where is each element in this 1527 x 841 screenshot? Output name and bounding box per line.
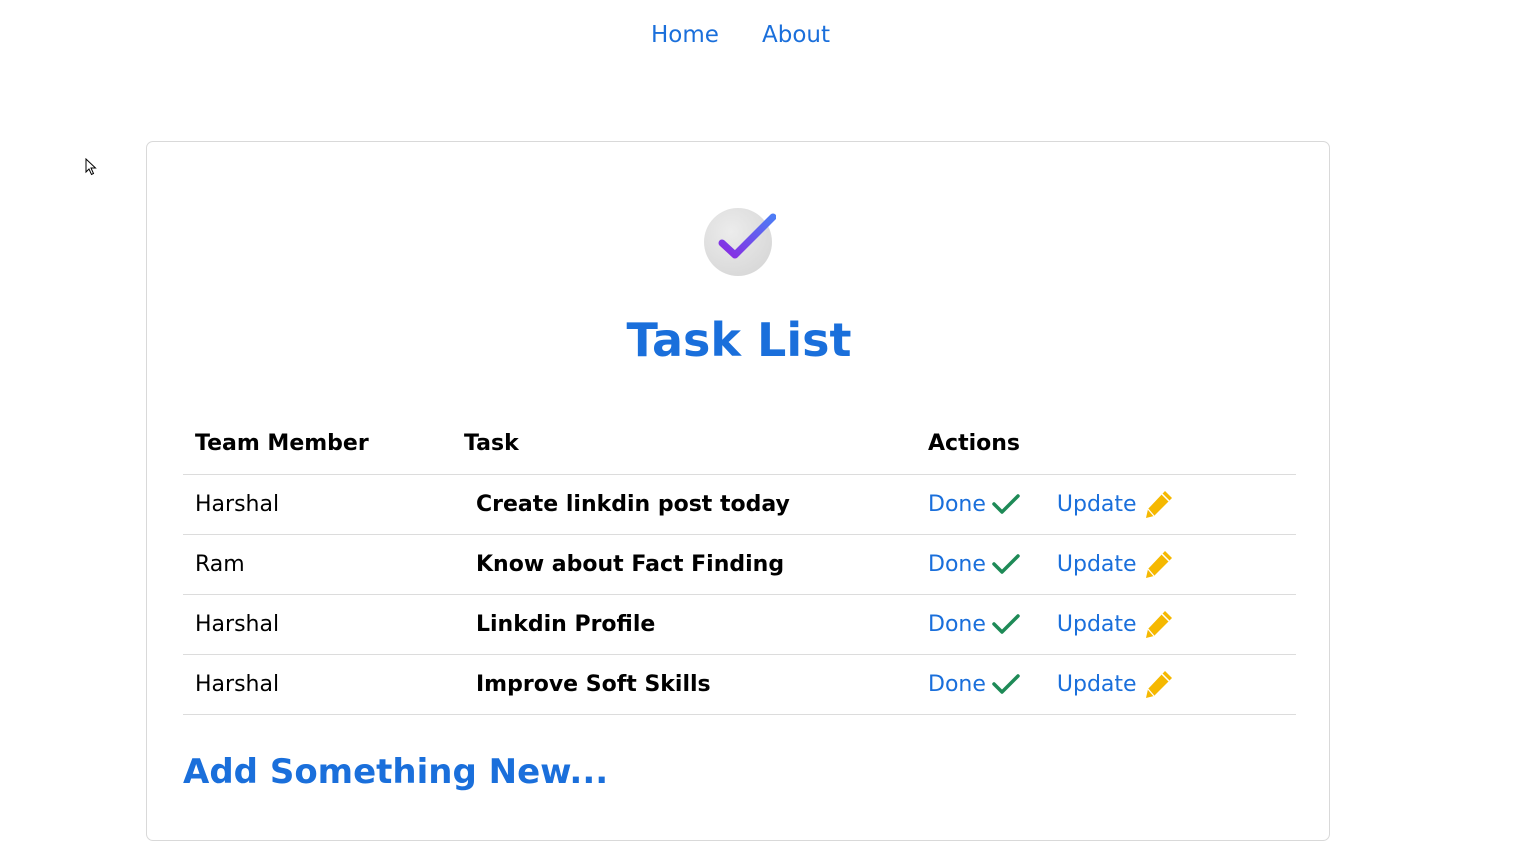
pencil-icon (1145, 491, 1172, 518)
task-cell: Create linkdin post today (452, 474, 916, 535)
actions-cell: Done Update (916, 654, 1296, 715)
task-cell: Know about Fact Finding (452, 534, 916, 595)
done-button[interactable]: Done (928, 552, 1020, 577)
header-team-member: Team Member (183, 414, 452, 475)
done-label: Done (928, 551, 986, 577)
table-row: Harshal Improve Soft Skills Done Update (183, 654, 1296, 715)
actions-cell: Done Update (916, 474, 1296, 535)
pencil-icon (1145, 551, 1172, 578)
task-cell: Improve Soft Skills (452, 654, 916, 715)
mouse-cursor-icon (85, 158, 97, 176)
pencil-icon (1145, 671, 1172, 698)
checkmark-icon (992, 614, 1020, 634)
done-button[interactable]: Done (928, 612, 1020, 637)
task-cell: Linkdin Profile (452, 594, 916, 655)
member-cell: Harshal (183, 654, 452, 715)
header-task: Task (452, 414, 916, 475)
nav-home-link[interactable]: Home (651, 21, 719, 49)
add-new-heading[interactable]: Add Something New... (183, 750, 608, 794)
table-header-row: Team Member Task Actions (183, 414, 1296, 475)
table-row: Harshal Linkdin Profile Done Update (183, 594, 1296, 655)
done-button[interactable]: Done (928, 672, 1020, 697)
pencil-icon (1145, 611, 1172, 638)
done-button[interactable]: Done (928, 492, 1020, 517)
update-button[interactable]: Update (1057, 488, 1175, 520)
table-row: Ram Know about Fact Finding Done Update (183, 534, 1296, 595)
actions-cell: Done Update (916, 534, 1296, 595)
check-circle-icon (704, 208, 776, 276)
done-label: Done (928, 611, 986, 637)
member-cell: Harshal (183, 474, 452, 535)
task-card: Task List Team Member Task Actions Harsh… (146, 141, 1330, 841)
nav-about-link[interactable]: About (762, 21, 830, 49)
checkmark-icon (992, 674, 1020, 694)
page-title: Task List (626, 313, 852, 367)
header-actions: Actions (916, 414, 1296, 475)
checkmark-icon (992, 554, 1020, 574)
checkmark-icon (992, 494, 1020, 514)
top-nav: Home About (0, 0, 1527, 72)
done-label: Done (928, 491, 986, 517)
update-label: Update (1056, 551, 1137, 577)
update-label: Update (1056, 671, 1137, 697)
member-cell: Harshal (183, 594, 452, 655)
update-button[interactable]: Update (1057, 608, 1175, 640)
update-button[interactable]: Update (1057, 548, 1175, 580)
update-button[interactable]: Update (1057, 668, 1175, 700)
member-cell: Ram (183, 534, 452, 595)
done-label: Done (928, 671, 986, 697)
table-row: Harshal Create linkdin post today Done U… (183, 474, 1296, 535)
update-label: Update (1056, 611, 1137, 637)
task-table: Team Member Task Actions Harshal Create … (183, 414, 1296, 715)
actions-cell: Done Update (916, 594, 1296, 655)
update-label: Update (1056, 491, 1137, 517)
